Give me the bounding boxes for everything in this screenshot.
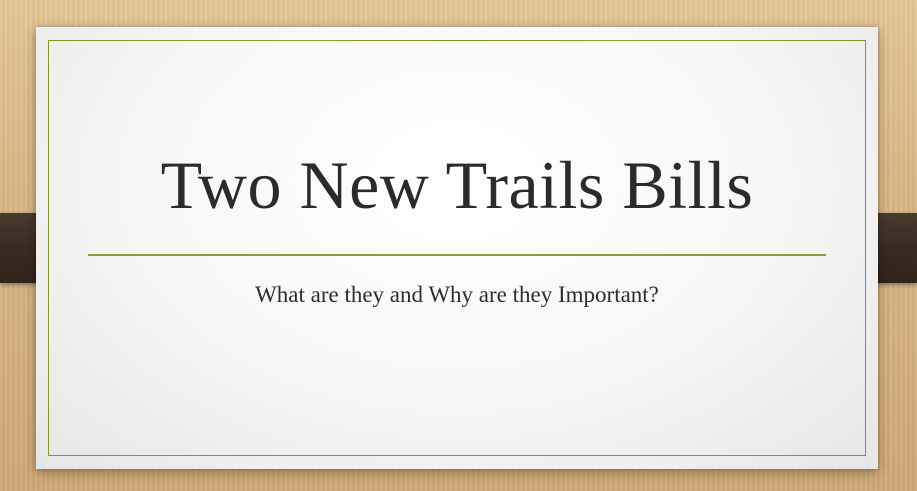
slide-title: Two New Trails Bills xyxy=(160,147,754,223)
slide-border-frame xyxy=(48,40,866,456)
title-divider xyxy=(88,254,826,256)
title-slide: Two New Trails Bills What are they and W… xyxy=(36,27,878,469)
slide-subtitle: What are they and Why are they Important… xyxy=(255,282,659,307)
